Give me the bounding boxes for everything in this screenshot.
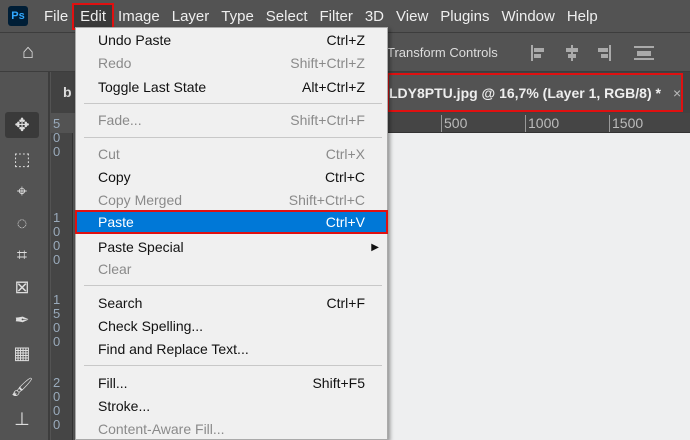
menu-item-label: Clear (98, 261, 132, 277)
menu-item-shortcut: Alt+Ctrl+Z (301, 79, 365, 95)
align-left-icon[interactable] (530, 45, 550, 61)
menu-item-paste[interactable]: Paste Ctrl+V (75, 210, 388, 234)
menu-select[interactable]: Select (260, 5, 314, 28)
menu-item-label: Redo (98, 55, 132, 71)
menu-item-toggle-last-state[interactable]: Toggle Last State Alt+Ctrl+Z (76, 76, 387, 98)
menu-layer[interactable]: Layer (166, 5, 216, 28)
menu-item-shortcut: Ctrl+F (326, 295, 366, 311)
menu-view[interactable]: View (390, 5, 434, 28)
menu-item-shortcut: Ctrl+C (324, 169, 365, 185)
menu-item-cut[interactable]: Cut Ctrl+X (76, 143, 387, 165)
menu-item-redo[interactable]: Redo Shift+Ctrl+Z (76, 52, 387, 74)
menu-item-fill[interactable]: Fill... Shift+F5 (76, 372, 387, 394)
align-right-icon[interactable] (594, 45, 614, 61)
menu-item-shortcut: Shift+F5 (312, 375, 365, 391)
menu-item-stroke[interactable]: Stroke... (76, 395, 387, 417)
ruler-label: 1500 (609, 115, 643, 132)
document-tab-title: LDY8PTU.jpg @ 16,7% (Layer 1, RGB/8) * (389, 84, 661, 101)
healing-brush-tool-icon[interactable]: ▦ (5, 340, 39, 366)
vertical-ruler: 500 1000 1500 2000 (51, 117, 73, 440)
submenu-arrow-icon: ▶ (371, 241, 379, 253)
ruler-label: 1000 (53, 210, 61, 267)
menu-item-label: Stroke... (98, 398, 151, 414)
close-icon[interactable]: × (673, 85, 681, 101)
menu-separator (84, 137, 382, 138)
ruler-label: 1000 (525, 115, 559, 132)
menu-separator (84, 285, 382, 286)
menu-item-copy[interactable]: Copy Ctrl+C (76, 166, 387, 188)
menu-item-label: Copy (98, 169, 131, 185)
menu-item-shortcut: Shift+Ctrl+F (290, 112, 365, 128)
menu-item-label: Fill... (98, 375, 128, 391)
menu-item-find-and-replace-text[interactable]: Find and Replace Text... (76, 338, 387, 360)
menu-item-paste-special[interactable]: Paste Special ▶ (76, 236, 387, 258)
document-tab-active[interactable]: LDY8PTU.jpg @ 16,7% (Layer 1, RGB/8) * × (387, 73, 683, 112)
menu-type[interactable]: Type (215, 5, 260, 28)
menu-item-label: Undo Paste (98, 32, 172, 48)
menu-item-label: Fade... (98, 112, 142, 128)
menu-file[interactable]: File (38, 5, 74, 28)
menu-item-shortcut: Ctrl+X (325, 146, 365, 162)
menu-separator (84, 365, 382, 366)
menu-image[interactable]: Image (112, 5, 166, 28)
menu-item-search[interactable]: Search Ctrl+F (76, 292, 387, 314)
menu-item-fade[interactable]: Fade... Shift+Ctrl+F (76, 109, 387, 131)
menu-edit[interactable]: Edit (72, 2, 115, 30)
menu-item-label: Toggle Last State (98, 79, 207, 95)
crop-tool-icon[interactable]: ⌗ (5, 242, 39, 268)
menu-item-copy-merged[interactable]: Copy Merged Shift+Ctrl+C (76, 189, 387, 211)
menu-item-label: Find and Replace Text... (98, 341, 249, 357)
menu-item-shortcut: Shift+Ctrl+C (288, 192, 365, 208)
marquee-tool-icon[interactable]: ⬚ (5, 146, 39, 172)
menu-item-label: Copy Merged (98, 192, 183, 208)
menu-item-label: Search (98, 295, 143, 311)
align-center-icon[interactable] (562, 45, 582, 61)
ruler-label: 2000 (53, 375, 61, 432)
menu-item-check-spelling[interactable]: Check Spelling... (76, 315, 387, 337)
menu-3d[interactable]: 3D (359, 5, 390, 28)
menu-plugins[interactable]: Plugins (434, 5, 495, 28)
align-top-icon[interactable] (634, 45, 654, 61)
menu-help[interactable]: Help (561, 5, 604, 28)
brush-tool-icon[interactable]: 🖌 (5, 374, 39, 400)
menu-item-label: Check Spelling... (98, 318, 204, 334)
tools-panel: ✥ ⬚ ⌖ ◌ ⌗ ⊠ ✒ ▦ 🖌 ⊥ (0, 72, 50, 440)
menu-item-label: Cut (98, 146, 120, 162)
home-icon[interactable]: ⌂ (22, 41, 34, 64)
menu-item-content-aware-fill[interactable]: Content-Aware Fill... (76, 418, 387, 440)
menu-item-label: Paste Special (98, 239, 184, 255)
ruler-label: 500 (53, 116, 61, 159)
quick-selection-tool-icon[interactable]: ◌ (5, 210, 39, 236)
horizontal-ruler: 500 1000 1500 (387, 113, 690, 133)
move-tool-icon[interactable]: ✥ (5, 112, 39, 138)
menu-item-shortcut: Ctrl+Z (326, 32, 366, 48)
menu-window[interactable]: Window (495, 5, 560, 28)
menu-item-label: Paste (98, 214, 134, 230)
menu-filter[interactable]: Filter (314, 5, 359, 28)
edit-menu: Undo Paste Ctrl+Z Redo Shift+Ctrl+Z Toggle L… (75, 27, 388, 440)
transform-controls-label[interactable]: Transform Controls (387, 45, 498, 60)
document-tab-inactive[interactable]: b (63, 84, 72, 100)
menu-item-label: Content-Aware Fill... (98, 421, 225, 437)
menu-item-shortcut: Shift+Ctrl+Z (290, 55, 365, 71)
menu-separator (84, 103, 382, 104)
stamp-tool-icon[interactable]: ⊥ (5, 406, 39, 432)
ruler-label: 500 (441, 115, 467, 132)
eyedropper-tool-icon[interactable]: ✒ (5, 307, 39, 333)
photoshop-logo: Ps (8, 6, 28, 26)
document-canvas[interactable] (387, 133, 690, 440)
ruler-label: 1500 (53, 292, 61, 349)
menu-item-shortcut: Ctrl+V (325, 214, 365, 230)
frame-tool-icon[interactable]: ⊠ (5, 274, 39, 300)
menu-item-undo-paste[interactable]: Undo Paste Ctrl+Z (76, 29, 387, 51)
menu-item-clear[interactable]: Clear (76, 258, 387, 280)
lasso-tool-icon[interactable]: ⌖ (5, 178, 39, 204)
